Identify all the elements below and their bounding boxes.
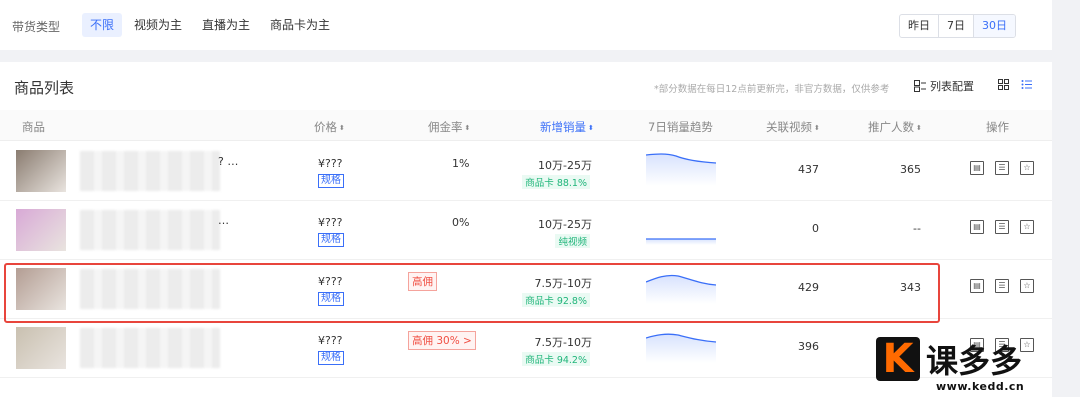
filter-option-all[interactable]: 不限 <box>82 13 123 37</box>
col-promoters-label: 推广人数 <box>868 120 914 134</box>
promoter-count: -- <box>913 222 921 235</box>
commission-rate: 1% <box>452 157 470 170</box>
sales-range: 10万-25万 <box>538 218 592 231</box>
col-price-label: 价格 <box>314 120 337 134</box>
star-icon[interactable]: ☆ <box>1020 279 1034 293</box>
row-actions: ▤ ☰ ☆ <box>970 279 1034 293</box>
sales-trend-sparkline <box>646 153 717 186</box>
filter-option-live[interactable]: 直播为主 <box>194 13 258 37</box>
product-name-blurred[interactable] <box>80 328 220 368</box>
logo-text: 课多多 <box>926 342 1023 380</box>
list-config-button[interactable]: 列表配置 <box>914 78 974 94</box>
sort-icon: ⬍ <box>916 124 922 132</box>
filter-option-video[interactable]: 视频为主 <box>126 13 190 37</box>
logo-url: www.kedd.cn <box>936 380 1025 393</box>
product-name-tail: … <box>218 214 229 227</box>
filter-label: 带货类型 <box>12 20 61 34</box>
col-sales-label: 新增销量 <box>540 120 586 134</box>
product-thumbnail[interactable] <box>16 209 66 251</box>
list-view-icon[interactable] <box>1021 79 1032 90</box>
related-videos: 396 <box>798 340 819 353</box>
promoter-count: 365 <box>900 163 921 176</box>
related-videos: 437 <box>798 163 819 176</box>
spec-tag[interactable]: 规格 <box>318 174 344 188</box>
commission-rate: 0% <box>452 216 470 229</box>
period-selector: 昨日 7日 30日 <box>899 14 1016 38</box>
star-icon[interactable]: ☆ <box>1020 161 1034 175</box>
doc-icon[interactable]: ☰ <box>995 220 1009 234</box>
sparkline-area <box>646 154 716 186</box>
logo-letter: K <box>882 336 914 382</box>
sort-icon: ⬍ <box>339 124 345 132</box>
row-actions: ▤ ☰ ☆ <box>970 161 1034 175</box>
table-header: 商品 价格 ⬍ 佣金率 ⬍ 新增销量 ⬍ 7日销量趋势 关联视频 ⬍ 推广人数 ⬍ 操作 <box>0 110 1052 141</box>
sales-share: 商品卡 88.1% <box>522 175 590 189</box>
sales-share: 商品卡 94.2% <box>522 352 590 366</box>
col-sales[interactable]: 新增销量 ⬍ <box>540 119 594 135</box>
sales-range: 7.5万-10万 <box>534 336 592 349</box>
watermark-logo: K 课多多 <box>876 336 1022 382</box>
product-thumbnail[interactable] <box>16 327 66 369</box>
data-note: *部分数据在每日12点前更新完，非官方数据，仅供参考 <box>654 84 890 95</box>
doc-icon[interactable]: ☰ <box>995 279 1009 293</box>
filter-bar: 带货类型 不限 视频为主 直播为主 商品卡为主 昨日 7日 30日 <box>0 0 1052 50</box>
sparkline-area <box>646 334 716 363</box>
sales-share: 纯视频 <box>555 234 590 248</box>
price: ¥??? <box>318 334 343 347</box>
detail-icon[interactable]: ▤ <box>970 220 984 234</box>
sort-icon: ⬍ <box>814 124 820 132</box>
table-row[interactable]: … ¥??? 规格 0% 10万-25万 纯视频 0 -- ▤ ☰ ☆ <box>0 200 1052 260</box>
filter-option-card[interactable]: 商品卡为主 <box>262 13 338 37</box>
spec-tag[interactable]: 规格 <box>318 233 344 247</box>
product-thumbnail[interactable] <box>16 150 66 192</box>
sales-trend-sparkline <box>646 333 717 363</box>
col-videos[interactable]: 关联视频 ⬍ <box>766 119 820 135</box>
col-actions: 操作 <box>986 120 1009 134</box>
price: ¥??? <box>318 157 343 170</box>
logo-icon: K <box>876 337 920 381</box>
table-row[interactable]: ? … ¥??? 规格 1% 10万-25万 商品卡 88.1% 437 365… <box>0 141 1052 201</box>
period-7d[interactable]: 7日 <box>938 15 973 37</box>
config-icon <box>914 80 926 92</box>
row-actions: ▤ ☰ ☆ <box>970 220 1034 234</box>
doc-icon[interactable]: ☰ <box>995 161 1009 175</box>
spec-tag[interactable]: 规格 <box>318 351 344 365</box>
highlight-box <box>4 263 940 323</box>
list-title: 商品列表 <box>14 79 75 97</box>
product-name-tail: ? … <box>218 155 239 168</box>
star-icon[interactable]: ☆ <box>1020 338 1034 352</box>
sales-range: 10万-25万 <box>538 159 592 172</box>
col-rate-label: 佣金率 <box>428 120 463 134</box>
sales-trend-sparkline <box>646 238 716 245</box>
sparkline-area <box>646 239 716 245</box>
detail-icon[interactable]: ▤ <box>970 161 984 175</box>
sort-icon: ⬍ <box>464 124 471 132</box>
col-product: 商品 <box>22 120 45 134</box>
col-videos-label: 关联视频 <box>766 120 812 134</box>
product-name-blurred[interactable] <box>80 210 220 250</box>
high-commission-badge[interactable]: 高佣 30% > <box>408 331 476 350</box>
related-videos: 0 <box>812 222 819 235</box>
product-name-blurred[interactable] <box>80 151 220 191</box>
list-config-label: 列表配置 <box>930 80 974 93</box>
period-30d[interactable]: 30日 <box>973 15 1015 37</box>
price: ¥??? <box>318 216 343 229</box>
detail-icon[interactable]: ▤ <box>970 279 984 293</box>
sort-icon: ⬍ <box>588 124 594 132</box>
star-icon[interactable]: ☆ <box>1020 220 1034 234</box>
col-rate[interactable]: 佣金率 ⬍ <box>428 119 470 135</box>
col-price[interactable]: 价格 ⬍ <box>314 119 345 135</box>
col-promoters[interactable]: 推广人数 ⬍ <box>868 119 922 135</box>
grid-view-icon[interactable] <box>998 79 1009 90</box>
col-trend: 7日销量趋势 <box>648 120 713 134</box>
period-yesterday[interactable]: 昨日 <box>900 15 938 37</box>
